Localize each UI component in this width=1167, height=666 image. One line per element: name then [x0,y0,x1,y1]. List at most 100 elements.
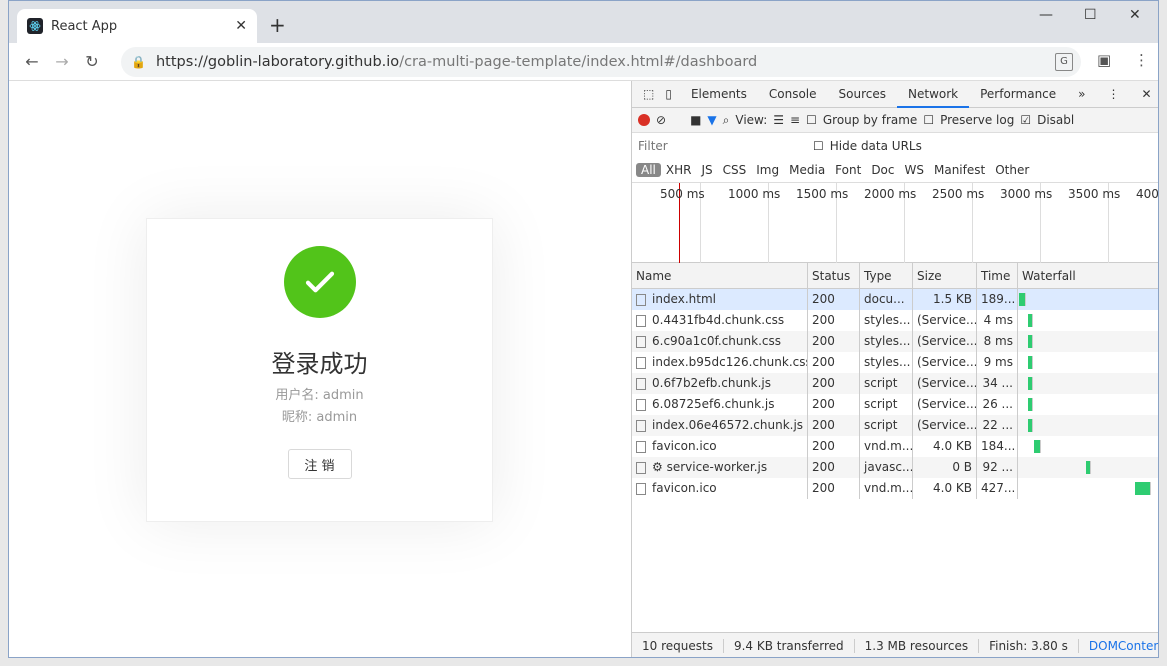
tab-sources[interactable]: Sources [828,81,897,108]
file-icon [636,314,646,327]
type-filter-xhr[interactable]: XHR [661,163,697,177]
request-status-cell: 200 [808,352,860,373]
more-tabs-icon[interactable]: » [1067,81,1096,108]
file-icon [636,293,646,306]
waterfall-cell [1018,310,1158,331]
request-type-cell: docu... [860,289,913,310]
table-row[interactable]: favicon.ico 200 vnd.m... 4.0 KB 184... [632,436,1158,457]
hide-data-urls-checkbox[interactable]: ☐ [813,139,824,153]
request-name-cell: 6.08725ef6.chunk.js [632,394,808,415]
request-status-cell: 200 [808,373,860,394]
extension-icon[interactable]: ▣ [1097,51,1111,69]
logout-button[interactable]: 注 销 [287,449,352,479]
file-icon [636,461,646,474]
request-status-cell: 200 [808,310,860,331]
waterfall-cell [1018,394,1158,415]
type-filter-all[interactable]: All [636,163,661,177]
filter-input[interactable] [638,135,803,156]
preserve-log-checkbox[interactable]: ☐ [923,113,934,127]
type-filter-media[interactable]: Media [784,163,830,177]
minimize-icon[interactable]: — [1039,7,1053,23]
forward-icon[interactable]: → [47,52,77,71]
devtools-close-icon[interactable]: ✕ [1131,81,1159,108]
device-toggle-icon[interactable]: ▯ [665,81,680,108]
waterfall-bar [1028,314,1034,327]
search-icon[interactable]: ⌕ [723,113,730,128]
table-row[interactable]: ⚙ service-worker.js 200 javasc... 0 B 92 ... [632,457,1158,478]
tab-console[interactable]: Console [758,81,828,108]
menu-icon[interactable]: ⋮ [1134,51,1149,69]
disable-cache-label: Disabl [1037,113,1075,127]
page-content: 登录成功 用户名: admin 昵称: admin 注 销 [9,81,631,657]
column-header-type[interactable]: Type [860,263,913,288]
devtools-menu-icon[interactable]: ⋮ [1097,81,1131,108]
clear-icon[interactable]: ⊘ [656,113,666,127]
new-tab-icon[interactable]: + [269,13,286,37]
tab-network[interactable]: Network [897,81,970,108]
list-view-icon[interactable]: ☰ [773,113,784,127]
file-icon [636,377,646,390]
waterfall-cell [1018,415,1158,436]
request-name-cell: 0.4431fb4d.chunk.css [632,310,808,331]
request-name-cell: index.06e46572.chunk.js [632,415,808,436]
request-time-cell: 4 ms [977,310,1018,331]
request-name-cell: index.html [632,289,808,310]
table-row[interactable]: 0.4431fb4d.chunk.css 200 styles... (Service… [632,310,1158,331]
username-text: 用户名: admin [275,388,364,403]
type-filter-css[interactable]: CSS [718,163,752,177]
column-header-status[interactable]: Status [808,263,860,288]
inspect-icon[interactable]: ⬚ [632,81,665,108]
tab-elements[interactable]: Elements [680,81,758,108]
type-filter-manifest[interactable]: Manifest [929,163,990,177]
maximize-icon[interactable]: ☐ [1084,7,1097,23]
tab-performance[interactable]: Performance [969,81,1067,108]
request-status-cell: 200 [808,415,860,436]
request-status-cell: 200 [808,394,860,415]
group-by-frame-checkbox[interactable]: ☐ [806,113,817,127]
request-name: ⚙ service-worker.js [652,460,768,474]
browser-tab[interactable]: React App ✕ [17,9,257,43]
request-name-cell: 0.6f7b2efb.chunk.js [632,373,808,394]
table-row[interactable]: 6.08725ef6.chunk.js 200 script (Service... 2… [632,394,1158,415]
record-icon[interactable] [638,114,650,126]
reload-icon[interactable]: ↻ [77,52,107,71]
back-icon[interactable]: ← [17,52,47,71]
type-filter-js[interactable]: JS [696,163,717,177]
network-toolbar: ⊘ ■ ▼ ⌕ View: ☰ ≡ ☐ Group by frame ☐ Pre… [632,108,1158,133]
column-header-waterfall[interactable]: Waterfall [1018,263,1158,288]
screenshot-icon[interactable]: ■ [690,113,701,127]
filter-icon[interactable]: ▼ [707,113,716,127]
table-row[interactable]: 6.c90a1c0f.chunk.css 200 styles... (Service… [632,331,1158,352]
address-bar[interactable]: 🔒 https://goblin-laboratory.github.io/cr… [121,47,1081,77]
file-icon [636,482,646,495]
type-filter-img[interactable]: Img [751,163,784,177]
table-row[interactable]: favicon.ico 200 vnd.m... 4.0 KB 427... [632,478,1158,499]
request-time-cell: 34 ... [977,373,1018,394]
request-name: 0.4431fb4d.chunk.css [652,313,785,327]
waterfall-bar [1085,461,1091,474]
request-type-cell: script [860,373,913,394]
table-row[interactable]: index.html 200 docu... 1.5 KB 189... [632,289,1158,310]
type-filter-font[interactable]: Font [830,163,866,177]
column-header-name[interactable]: Name [632,263,808,288]
table-row[interactable]: index.06e46572.chunk.js 200 script (Service… [632,415,1158,436]
close-window-icon[interactable]: ✕ [1129,7,1141,23]
type-filter-other[interactable]: Other [990,163,1034,177]
timeline-tick-label: 1000 ms [728,187,781,201]
request-status-cell: 200 [808,436,860,457]
translate-icon[interactable]: G [1055,53,1073,71]
waterfall-view-icon[interactable]: ≡ [790,113,800,127]
request-status-cell: 200 [808,457,860,478]
timeline-tick-label: 3500 ms [1068,187,1121,201]
request-name: favicon.ico [652,481,717,495]
type-filter-ws[interactable]: WS [900,163,929,177]
tab-close-icon[interactable]: ✕ [235,18,247,34]
table-row[interactable]: index.b95dc126.chunk.css 200 styles... (Ser… [632,352,1158,373]
column-header-time[interactable]: Time [977,263,1018,288]
column-header-size[interactable]: Size [913,263,977,288]
table-row[interactable]: 0.6f7b2efb.chunk.js 200 script (Service... 3… [632,373,1158,394]
request-name: index.b95dc126.chunk.css [652,355,808,369]
disable-cache-checkbox[interactable]: ☑ [1020,113,1031,127]
transferred-size: 9.4 KB transferred [734,639,855,653]
type-filter-doc[interactable]: Doc [866,163,899,177]
